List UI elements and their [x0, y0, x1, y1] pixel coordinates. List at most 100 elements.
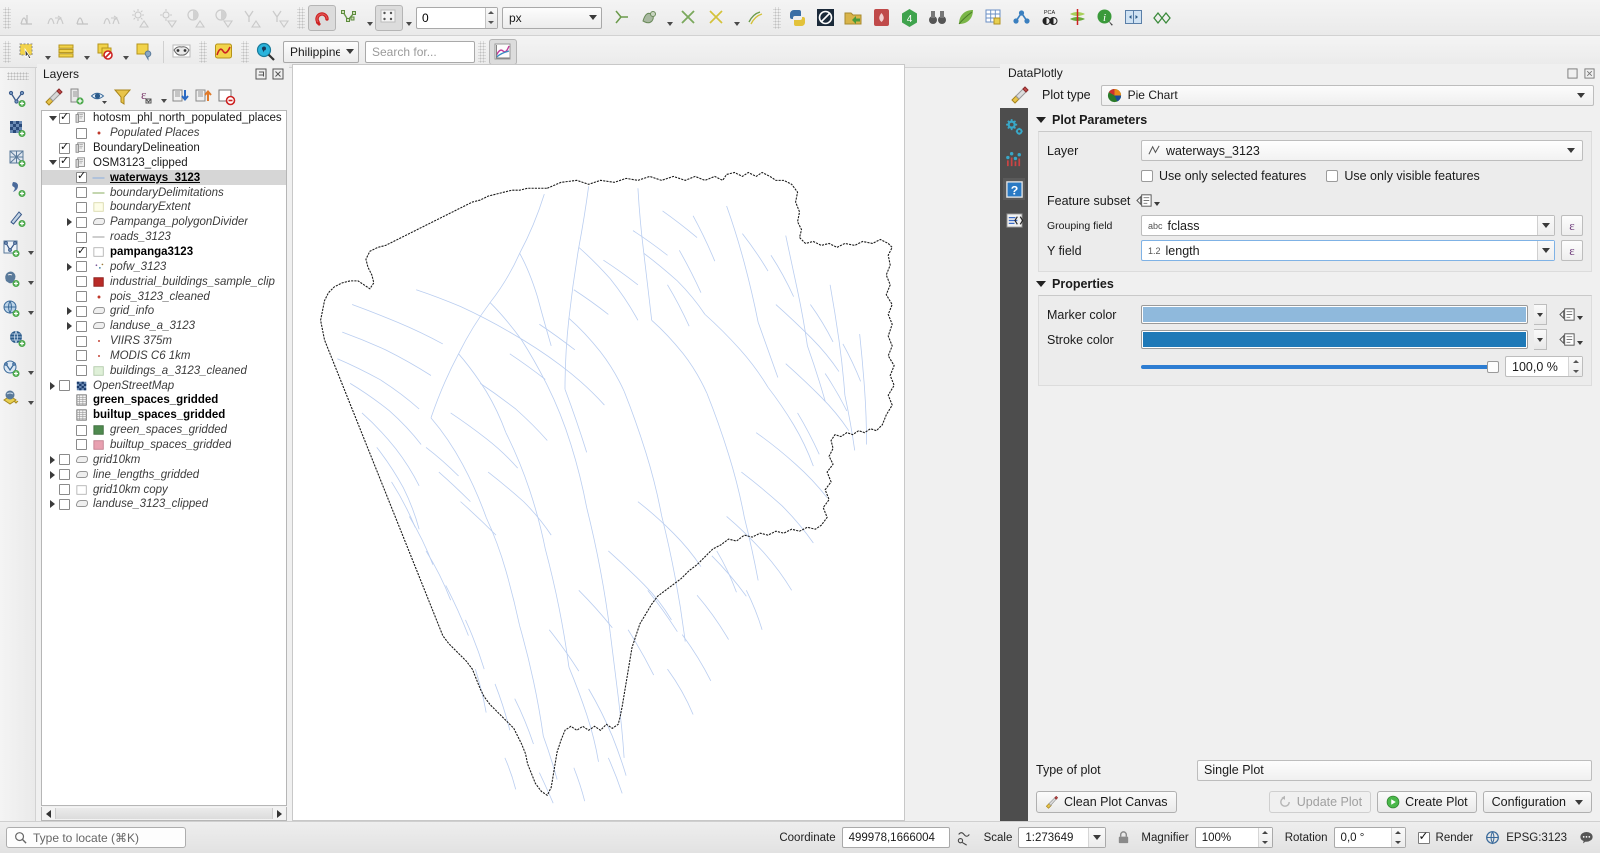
undock-icon[interactable]: [1565, 66, 1579, 80]
layer-visibility-checkbox[interactable]: [76, 439, 87, 450]
layer-item[interactable]: OpenStreetMap: [42, 378, 286, 393]
add-arcgis-dropdown[interactable]: [25, 358, 36, 380]
layer-item[interactable]: OSM3123_clipped: [42, 156, 286, 171]
contour-icon[interactable]: [1064, 5, 1092, 31]
locator-search-input[interactable]: Type to locate (⌘K): [6, 827, 186, 848]
layer-visibility-checkbox[interactable]: [59, 454, 70, 465]
gamma-up-icon[interactable]: [238, 5, 266, 31]
plot-appearance-icon[interactable]: [1003, 147, 1025, 169]
grouping-field-combo[interactable]: abc fclass: [1141, 215, 1555, 236]
chevron-down-icon[interactable]: [1537, 241, 1554, 260]
rotation-up[interactable]: [1392, 828, 1405, 838]
layer-item[interactable]: industrial_buildings_sample_clip: [42, 274, 286, 289]
plot-code-icon[interactable]: [1003, 209, 1025, 231]
layer-visibility-checkbox[interactable]: [76, 336, 87, 347]
expand-collapse-icon[interactable]: [46, 468, 59, 481]
scroll-left-icon[interactable]: [42, 808, 55, 820]
attribute-table-icon[interactable]: [53, 39, 81, 65]
mask-icon[interactable]: [168, 39, 196, 65]
magnifier-spinbox[interactable]: 100%: [1195, 827, 1273, 848]
layer-item[interactable]: hotosm_phl_north_populated_places: [42, 111, 286, 126]
snapping-tolerance-dropdown[interactable]: [403, 5, 414, 31]
layer-visibility-checkbox[interactable]: [76, 321, 87, 332]
add-postgis-layer-icon[interactable]: [0, 266, 25, 292]
zoom-locator-icon[interactable]: [252, 39, 280, 65]
scroll-track[interactable]: [55, 808, 273, 819]
add-wms-layer-icon[interactable]: [0, 296, 25, 322]
no-entry-icon[interactable]: [812, 5, 840, 31]
magnifier-down[interactable]: [1259, 838, 1272, 848]
layer-item[interactable]: green_spaces_gridded: [42, 423, 286, 438]
search-input[interactable]: Search for...: [365, 41, 475, 63]
add-vector-layer-icon[interactable]: [5, 86, 31, 112]
layer-item[interactable]: green_spaces_gridded: [42, 393, 286, 408]
leaf-icon[interactable]: [952, 5, 980, 31]
layer-visibility-checkbox[interactable]: [76, 247, 87, 258]
histogram-split-icon[interactable]: [42, 5, 70, 31]
tolerance-units-combo[interactable]: px: [502, 7, 602, 29]
contrast-down-icon[interactable]: [210, 5, 238, 31]
stroke-color-dropdown[interactable]: [1534, 329, 1547, 350]
layer-item[interactable]: builtup_spaces_gridded: [42, 438, 286, 453]
layer-visibility-checkbox[interactable]: [76, 172, 87, 183]
toolbar-handle-plugins[interactable]: [773, 7, 781, 29]
pca-icon[interactable]: PCA: [1036, 5, 1064, 31]
histogram-icon[interactable]: [14, 5, 42, 31]
select-dropdown[interactable]: [42, 39, 53, 65]
identify-info-icon[interactable]: i: [1092, 5, 1120, 31]
select-by-value-icon[interactable]: [131, 39, 159, 65]
use-visible-features-checkbox[interactable]: Use only visible features: [1326, 169, 1479, 183]
remove-layer-icon[interactable]: [216, 86, 238, 108]
chevron-down-icon[interactable]: [1088, 828, 1105, 847]
layer-visibility-checkbox[interactable]: [59, 143, 70, 154]
layer-item[interactable]: Pampanga_polygonDivider: [42, 215, 286, 230]
vertex-tool-icon[interactable]: [336, 5, 364, 31]
close-icon[interactable]: [1582, 66, 1596, 80]
expand-collapse-icon[interactable]: [63, 305, 76, 318]
layer-item[interactable]: pofw_3123: [42, 259, 286, 274]
y-field-combo[interactable]: 1.2 length: [1141, 240, 1555, 261]
add-pointcloud-dropdown[interactable]: [25, 388, 36, 410]
layer-visibility-checkbox[interactable]: [76, 291, 87, 302]
scale-combo[interactable]: 1:273649: [1018, 827, 1106, 848]
layer-item[interactable]: grid_info: [42, 304, 286, 319]
python-console-icon[interactable]: [784, 5, 812, 31]
delete-part-icon[interactable]: [675, 5, 703, 31]
layer-visibility-checkbox[interactable]: [59, 157, 70, 168]
render-checkbox[interactable]: [1418, 832, 1430, 844]
deselect-icon[interactable]: [92, 39, 120, 65]
scroll-right-icon[interactable]: [273, 808, 286, 820]
manage-visibility-icon[interactable]: [89, 86, 111, 108]
magnifier-up[interactable]: [1259, 828, 1272, 838]
reshape-features-icon[interactable]: [636, 5, 664, 31]
tolerance-spinbox[interactable]: [416, 7, 498, 29]
create-plot-button[interactable]: Create Plot: [1377, 791, 1477, 813]
update-plot-button[interactable]: Update Plot: [1269, 791, 1371, 813]
add-mesh-layer-icon[interactable]: [5, 146, 31, 172]
add-wfs-layer-icon[interactable]: [5, 326, 31, 352]
layer-visibility-checkbox[interactable]: [76, 202, 87, 213]
grouping-field-expression-button[interactable]: ε: [1561, 215, 1583, 236]
opacity-down[interactable]: [1569, 367, 1582, 377]
layer-item[interactable]: Populated Places: [42, 126, 286, 141]
toggle-coordinate-icon[interactable]: [956, 830, 972, 846]
country-combo[interactable]: Philippines: [283, 41, 359, 63]
snapping-tolerance-icon[interactable]: [375, 5, 403, 31]
split-features-icon[interactable]: [608, 5, 636, 31]
opacity-up[interactable]: [1569, 357, 1582, 367]
cluster-icon[interactable]: [1008, 5, 1036, 31]
collapse-all-icon[interactable]: [193, 86, 215, 108]
rotation-down[interactable]: [1392, 838, 1405, 848]
add-raster-layer-icon[interactable]: [5, 116, 31, 142]
add-spatialite-layer-icon[interactable]: [5, 206, 31, 232]
open-project-icon[interactable]: [840, 5, 868, 31]
tolerance-down[interactable]: [486, 18, 498, 28]
add-pointcloud-layer-icon[interactable]: [0, 386, 25, 412]
layer-item[interactable]: VIIRS 375m: [42, 334, 286, 349]
layer-visibility-checkbox[interactable]: [76, 187, 87, 198]
layer-visibility-checkbox[interactable]: [76, 365, 87, 376]
magnet-icon[interactable]: [308, 5, 336, 31]
layer-visibility-checkbox[interactable]: [76, 217, 87, 228]
plot-parameters-header[interactable]: Plot Parameters: [1028, 108, 1600, 131]
stroke-color-button[interactable]: [1141, 330, 1528, 349]
